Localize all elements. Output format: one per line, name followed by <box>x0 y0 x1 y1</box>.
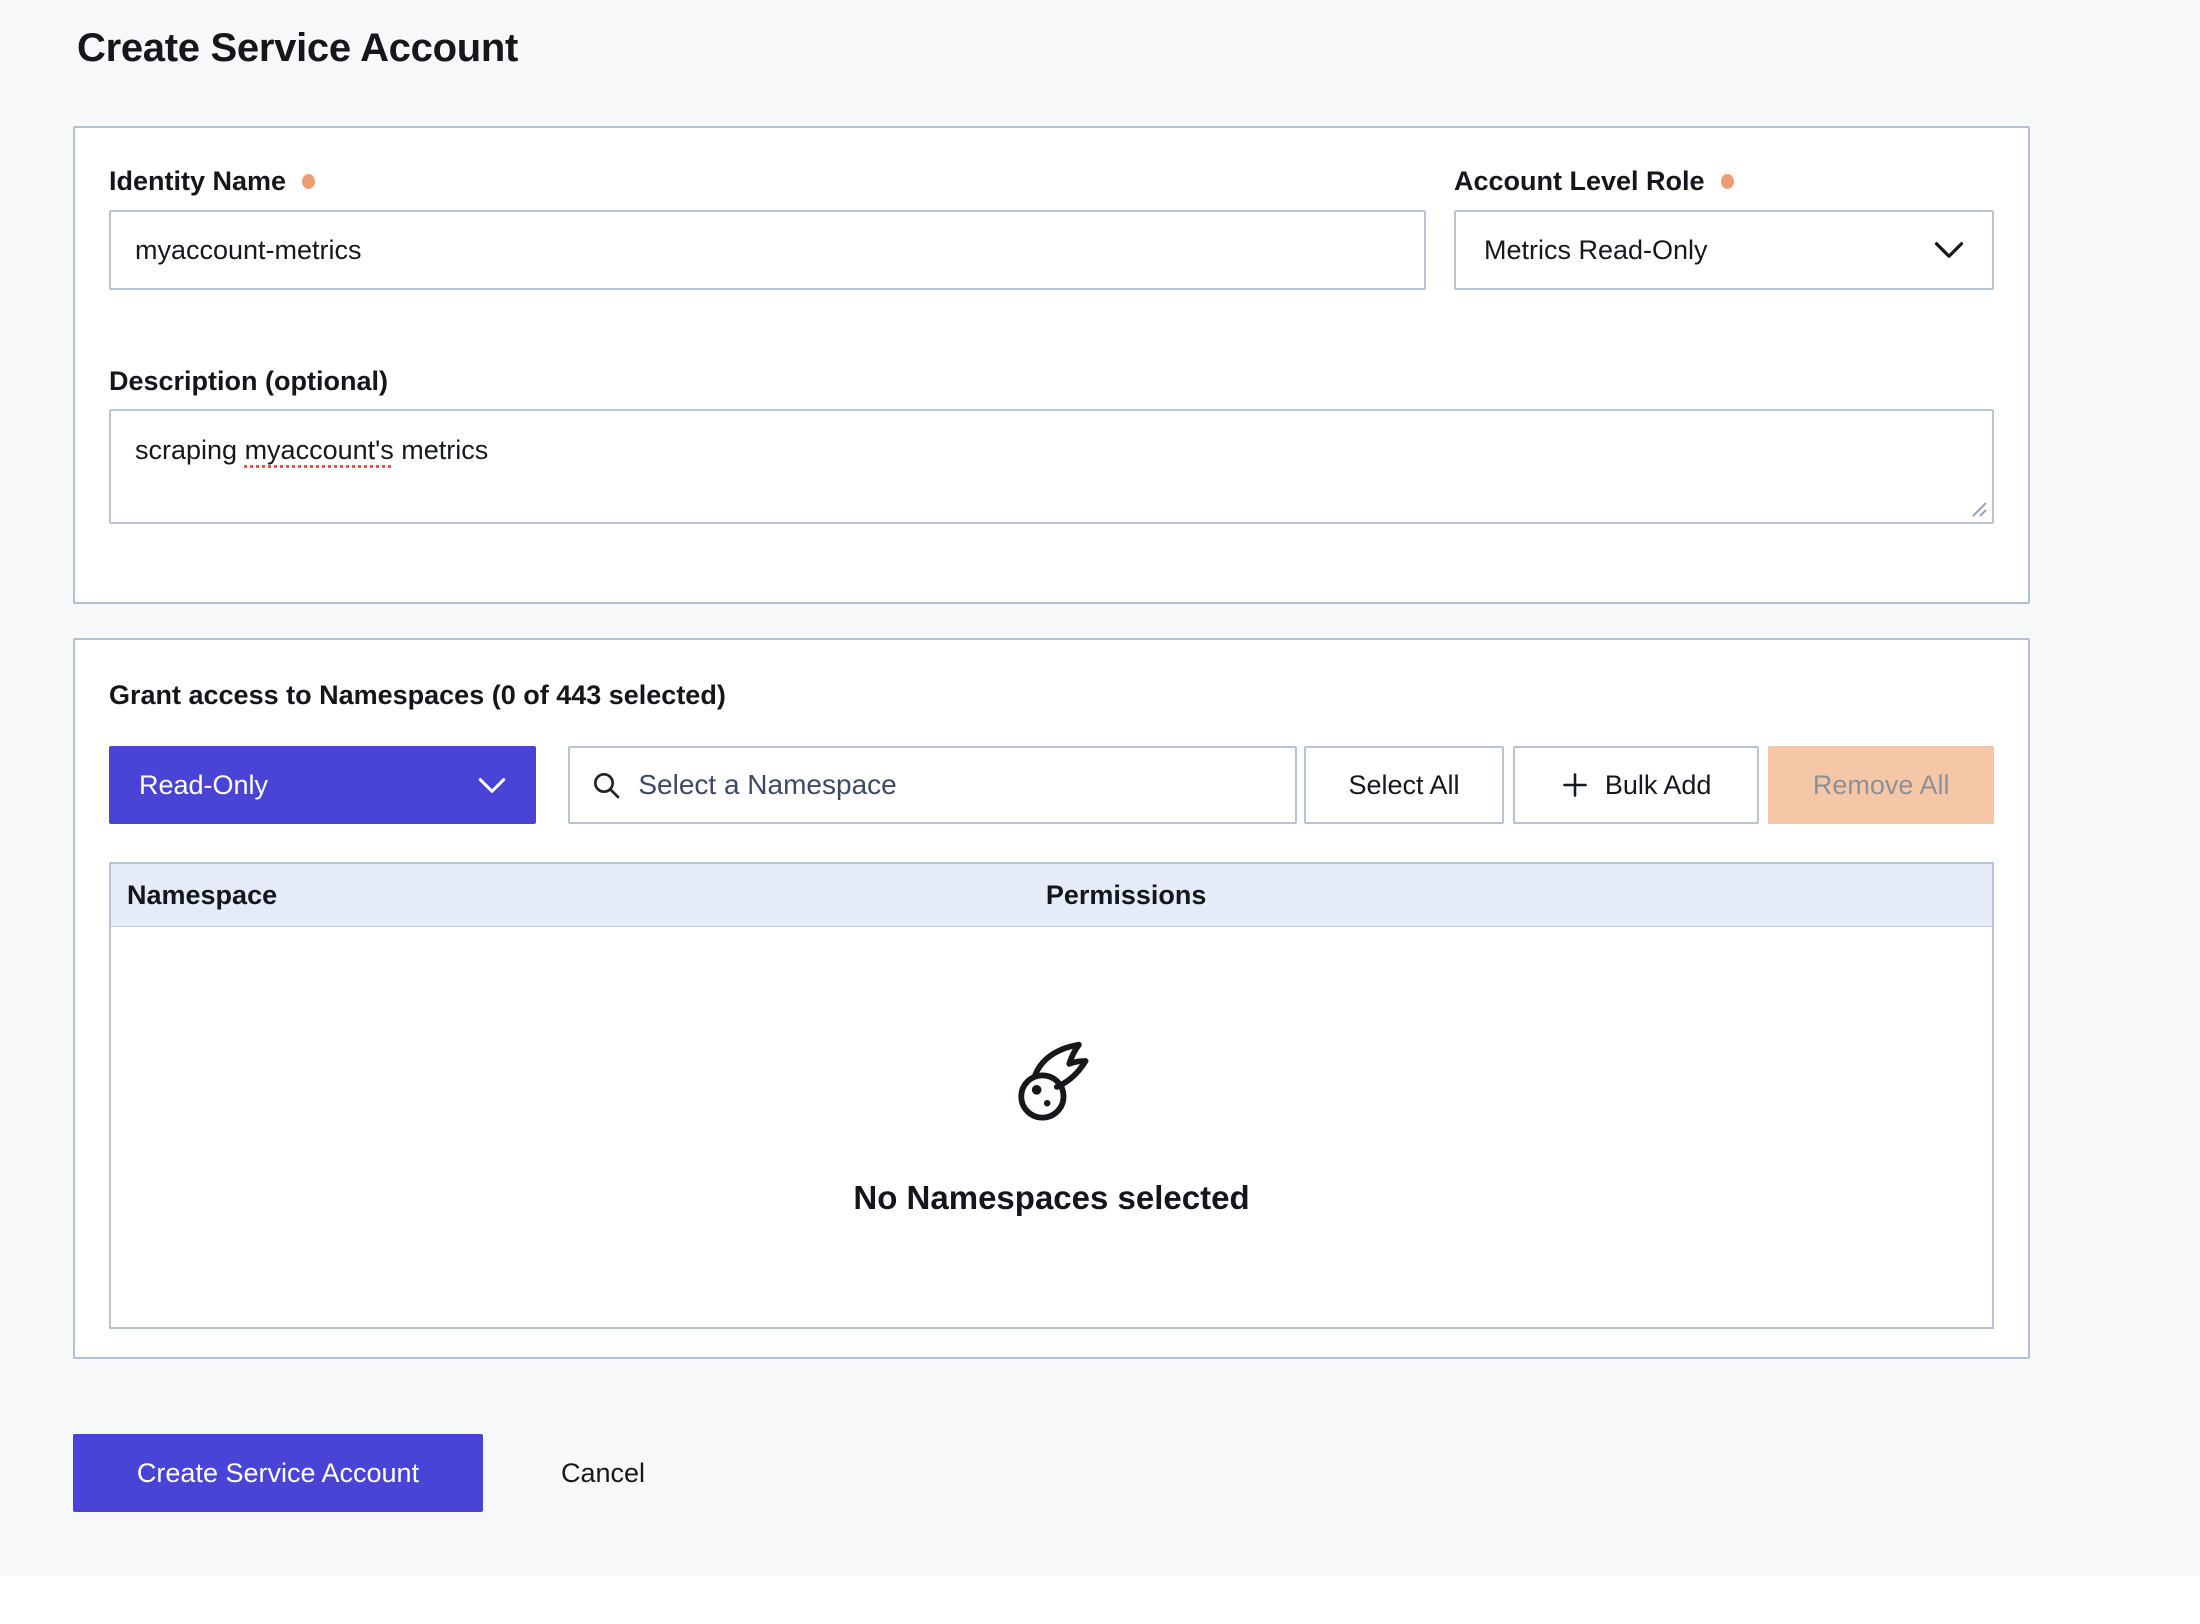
footer-actions: Create Service Account Cancel <box>73 1434 2200 1512</box>
chevron-down-icon <box>478 777 506 794</box>
bulk-add-label: Bulk Add <box>1605 770 1712 801</box>
remove-all-button[interactable]: Remove All <box>1768 746 1994 824</box>
bulk-add-button[interactable]: Bulk Add <box>1513 746 1760 824</box>
description-text: metrics <box>394 435 489 465</box>
service-account-details-panel: Identity Name Account Level Role Metrics… <box>73 126 2030 604</box>
search-icon <box>590 769 622 801</box>
description-text: scraping <box>135 435 245 465</box>
resize-handle-icon[interactable] <box>1969 499 1989 519</box>
cancel-button[interactable]: Cancel <box>551 1434 655 1512</box>
description-label: Description (optional) <box>109 366 1994 396</box>
namespaces-heading: Grant access to Namespaces (0 of 443 sel… <box>109 680 1994 710</box>
required-dot-icon <box>1721 174 1734 189</box>
create-service-account-button[interactable]: Create Service Account <box>73 1434 483 1512</box>
permissions-column-header: Permissions <box>1046 880 1992 911</box>
permission-role-value: Read-Only <box>139 770 268 801</box>
namespace-column-header: Namespace <box>111 880 1046 911</box>
account-level-role-select[interactable]: Metrics Read-Only <box>1454 210 1994 290</box>
empty-state: No Namespaces selected <box>111 927 1992 1327</box>
comet-icon <box>1004 1037 1100 1133</box>
chevron-down-icon <box>1934 241 1964 259</box>
description-label-text: Description (optional) <box>109 366 388 396</box>
account-level-role-label: Account Level Role <box>1454 166 1994 196</box>
empty-state-text: No Namespaces selected <box>853 1179 1249 1217</box>
namespace-search-input[interactable] <box>638 769 1275 801</box>
permission-role-dropdown[interactable]: Read-Only <box>109 746 536 824</box>
select-all-button[interactable]: Select All <box>1304 746 1504 824</box>
identity-name-label: Identity Name <box>109 166 1426 196</box>
page-title: Create Service Account <box>77 24 2200 72</box>
plus-icon <box>1561 771 1589 799</box>
description-textarea[interactable]: scraping myaccount's metrics <box>109 409 1994 524</box>
account-level-role-label-text: Account Level Role <box>1454 166 1705 196</box>
account-level-role-value: Metrics Read-Only <box>1484 235 1708 266</box>
namespace-access-panel: Grant access to Namespaces (0 of 443 sel… <box>73 638 2030 1359</box>
required-dot-icon <box>302 174 315 189</box>
description-text-misspelled: myaccount's <box>245 435 394 465</box>
identity-name-input[interactable] <box>109 210 1426 290</box>
namespaces-table-header: Namespace Permissions <box>111 864 1992 927</box>
namespaces-table: Namespace Permissions No Namespaces sele… <box>109 862 1994 1329</box>
namespace-search[interactable] <box>568 746 1297 824</box>
bottom-strip <box>0 1576 2200 1624</box>
identity-name-label-text: Identity Name <box>109 166 286 196</box>
